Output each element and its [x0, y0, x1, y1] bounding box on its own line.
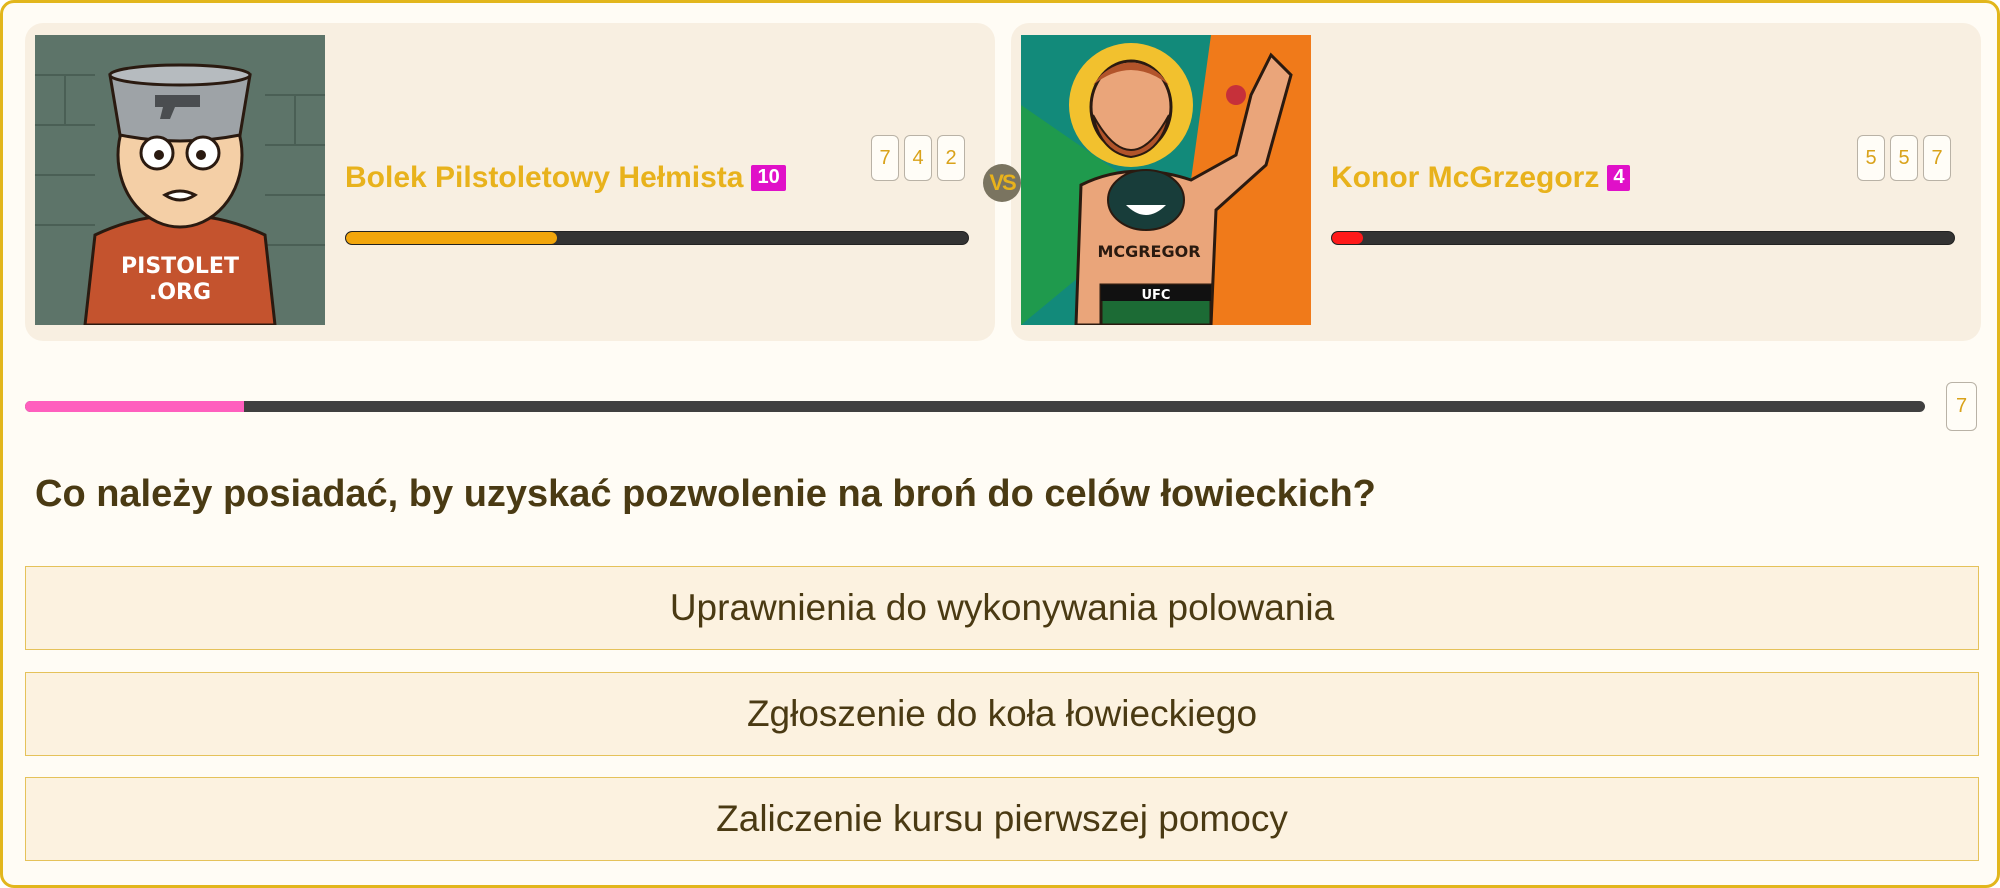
avatar-text-1: PISTOLET — [121, 254, 239, 279]
player-stats-1: 7 4 2 — [871, 135, 965, 181]
health-bar-fill-2 — [1332, 232, 1364, 244]
player-name-text-1: Bolek Pilstoletowy Hełmista — [345, 161, 744, 194]
stat-chip: 4 — [904, 135, 932, 181]
level-badge-2: 4 — [1607, 165, 1631, 191]
question-text: Co należy posiadać, by uzyskać pozwoleni… — [35, 473, 1376, 515]
player-stats-2: 5 5 7 — [1857, 135, 1951, 181]
player-card-2: MCGREGOR UFC Konor McGrzegorz 4 5 5 7 — [1011, 23, 1981, 341]
stat-chip: 7 — [1923, 135, 1951, 181]
stat-chip: 2 — [937, 135, 965, 181]
health-bar-1 — [345, 231, 969, 245]
player-avatar-2: MCGREGOR UFC — [1021, 35, 1311, 325]
svg-text:.ORG: .ORG — [149, 280, 211, 305]
health-bar-fill-1 — [346, 232, 558, 244]
player-name-2: Konor McGrzegorz 4 — [1331, 161, 1631, 195]
vs-badge: VS — [983, 164, 1021, 202]
level-badge-1: 10 — [751, 165, 786, 191]
stat-chip: 5 — [1857, 135, 1885, 181]
timer-bar-fill — [25, 401, 244, 412]
timer-bar — [25, 401, 1925, 412]
answer-option-3[interactable]: Zaliczenie kursu pierwszej pomocy — [25, 777, 1979, 861]
stat-chip: 7 — [871, 135, 899, 181]
answer-option-2[interactable]: Zgłoszenie do koła łowieckiego — [25, 672, 1979, 756]
player-name-text-2: Konor McGrzegorz — [1331, 161, 1600, 194]
health-bar-2 — [1331, 231, 1955, 245]
player-card-1: PISTOLET .ORG Bolek Pilstoletowy Hełmist… — [25, 23, 995, 341]
svg-text:UFC: UFC — [1142, 288, 1171, 303]
stat-chip: 5 — [1890, 135, 1918, 181]
avatar-text-2: MCGREGOR — [1097, 242, 1200, 261]
game-frame: PISTOLET .ORG Bolek Pilstoletowy Hełmist… — [0, 0, 2000, 888]
timer-seconds: 7 — [1946, 382, 1977, 431]
player-avatar-1: PISTOLET .ORG — [35, 35, 325, 325]
answer-option-1[interactable]: Uprawnienia do wykonywania polowania — [25, 566, 1979, 650]
player-name-1: Bolek Pilstoletowy Hełmista 10 — [345, 161, 786, 195]
